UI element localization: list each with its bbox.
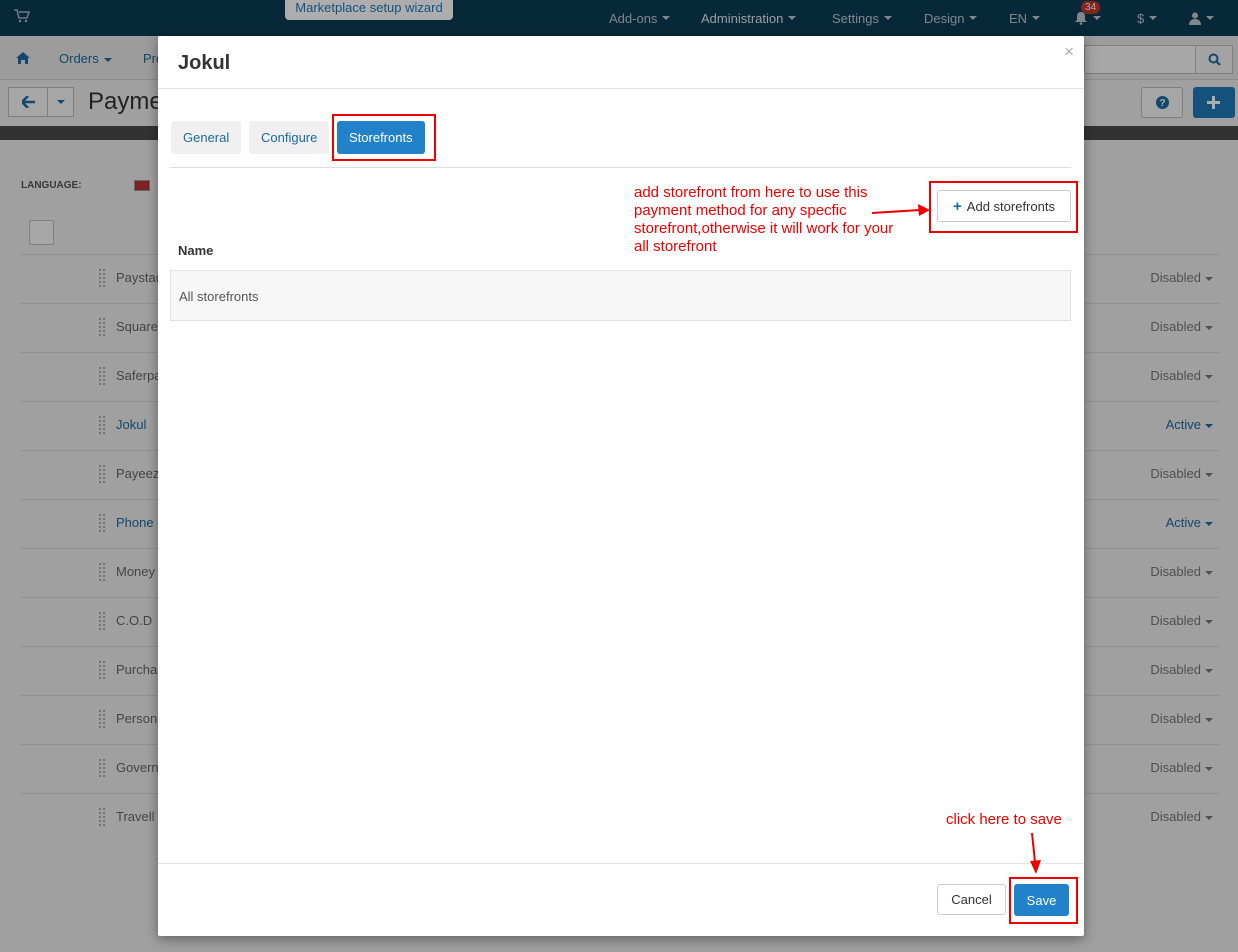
dialog-tabs: General Configure Storefronts	[170, 121, 1071, 168]
column-header-name: Name	[178, 243, 214, 258]
tab-configure[interactable]: Configure	[249, 121, 330, 154]
dialog-header: Jokul ×	[158, 36, 1084, 89]
highlight-add-storefronts	[929, 181, 1078, 233]
annotation-storefront-note: add storefront from here to use this pay…	[634, 184, 894, 255]
highlight-storefronts-tab	[332, 114, 436, 161]
storefront-name: All storefronts	[179, 289, 259, 304]
tab-general[interactable]: General	[171, 121, 242, 154]
cancel-button[interactable]: Cancel	[937, 884, 1006, 915]
dialog-title: Jokul	[178, 52, 231, 74]
close-icon[interactable]: ×	[1064, 42, 1074, 62]
highlight-save	[1009, 877, 1078, 924]
table-row: All storefronts	[170, 270, 1071, 321]
payment-settings-dialog: Jokul × General Configure Storefronts + …	[158, 36, 1084, 936]
annotation-save-note: click here to save	[946, 811, 1062, 828]
